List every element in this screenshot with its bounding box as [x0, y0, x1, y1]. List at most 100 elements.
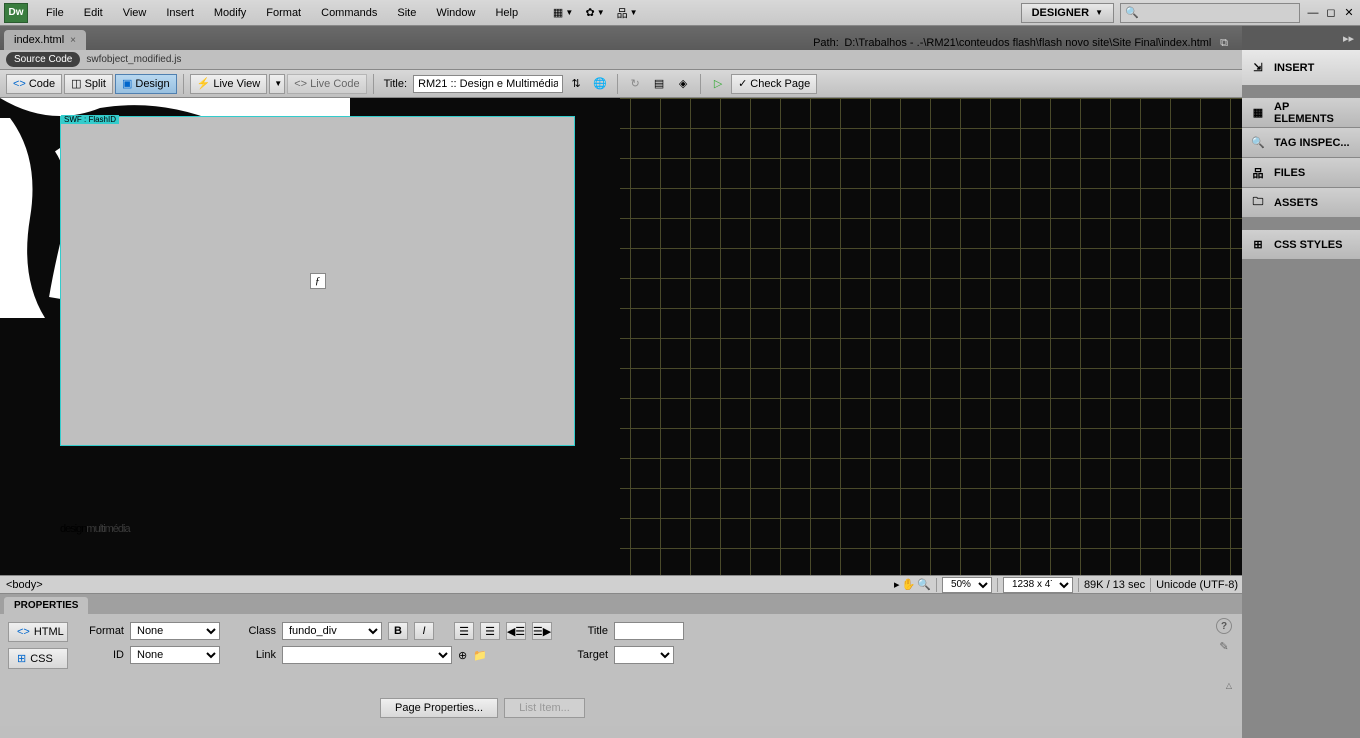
tag-breadcrumb[interactable]: <body>	[0, 579, 894, 591]
list-item-button[interactable]: List Item...	[504, 698, 585, 718]
css-mode-button[interactable]: ⊞CSS	[8, 648, 68, 669]
link-label: Link	[236, 649, 276, 661]
indent-button[interactable]: ☰▶	[532, 622, 552, 640]
window-controls: — ◻ ✕	[1306, 6, 1356, 20]
html-mode-button[interactable]: <>HTML	[8, 622, 68, 642]
check-icon: ✓	[738, 77, 747, 90]
flash-placeholder[interactable]: SWF : FlashID ƒ	[60, 116, 575, 446]
window-size-select[interactable]: 1238 x 471	[1003, 577, 1073, 593]
menu-commands[interactable]: Commands	[311, 3, 387, 23]
point-to-file-icon[interactable]: ⊕	[458, 649, 467, 662]
ol-button[interactable]: ☰	[480, 622, 500, 640]
live-code-button[interactable]: <>Live Code	[287, 74, 366, 94]
layout-icon[interactable]: ▦▼	[548, 3, 578, 23]
link-input[interactable]	[282, 646, 452, 664]
source-code-button[interactable]: Source Code	[6, 52, 80, 67]
id-select[interactable]: None	[130, 646, 220, 664]
tab-label: index.html	[14, 34, 64, 46]
menu-help[interactable]: Help	[485, 3, 528, 23]
document-tab-bar: index.html × Path: D:\Trabalhos - .-\RM2…	[0, 26, 1242, 50]
document-tab[interactable]: index.html ×	[4, 30, 86, 50]
design-view-button[interactable]: ▣Design	[115, 74, 177, 94]
target-label: Target	[568, 649, 608, 661]
flash-label: SWF : FlashID	[61, 115, 119, 124]
id-label: ID	[84, 649, 124, 661]
browse-folder-icon[interactable]: 📁	[473, 649, 487, 662]
css-styles-icon: ⊞	[1250, 237, 1266, 253]
panel-ap-elements[interactable]: ▦ AP ELEMENTS	[1242, 98, 1360, 128]
app-logo-icon: Dw	[4, 3, 28, 23]
hand-tool-icon[interactable]: ✋	[902, 578, 916, 591]
split-view-button[interactable]: ◫Split	[64, 74, 113, 94]
menu-edit[interactable]: Edit	[74, 3, 113, 23]
search-icon: 🔍	[1125, 6, 1139, 19]
close-icon[interactable]: ✕	[1342, 6, 1356, 20]
split-icon: ◫	[71, 77, 81, 90]
ul-button[interactable]: ☰	[454, 622, 474, 640]
menu-site[interactable]: Site	[387, 3, 426, 23]
live-view-button[interactable]: ⚡Live View	[190, 74, 268, 94]
page-title-input[interactable]	[413, 75, 563, 93]
properties-tab[interactable]: PROPERTIES	[4, 597, 88, 614]
zoom-select[interactable]: 50%	[942, 577, 992, 593]
file-management-icon[interactable]: ⇅	[565, 74, 587, 94]
help-icon[interactable]: ?	[1216, 618, 1232, 634]
panel-collapse-bar[interactable]: ▸▸	[1242, 26, 1360, 50]
open-folder-icon[interactable]: ⧉	[1220, 37, 1228, 49]
panel-files[interactable]: 品 FILES	[1242, 158, 1360, 188]
menu-window[interactable]: Window	[426, 3, 485, 23]
live-view-dropdown[interactable]: ▼	[269, 74, 285, 94]
visual-aids-icon[interactable]: ◈	[672, 74, 694, 94]
menu-view[interactable]: View	[113, 3, 157, 23]
menubar: Dw File Edit View Insert Modify Format C…	[0, 0, 1360, 26]
target-select[interactable]	[614, 646, 674, 664]
document-toolbar: <>Code ◫Split ▣Design ⚡Live View ▼ <>Liv…	[0, 70, 1242, 98]
minimize-icon[interactable]: —	[1306, 6, 1320, 20]
restore-icon[interactable]: ◻	[1324, 6, 1338, 20]
format-select[interactable]: None	[130, 622, 220, 640]
panel-assets[interactable]: 🗀 ASSETS	[1242, 188, 1360, 218]
code-view-button[interactable]: <>Code	[6, 74, 62, 94]
class-select[interactable]: fundo_div	[282, 622, 382, 640]
italic-button[interactable]: I	[414, 622, 434, 640]
panel-tag-inspector[interactable]: 🔍 TAG INSPEC...	[1242, 128, 1360, 158]
design-canvas[interactable]: designmultimédia SWF : FlashID ƒ	[0, 98, 1242, 575]
menu-format[interactable]: Format	[256, 3, 311, 23]
quick-tag-editor-icon[interactable]: ✎	[1216, 638, 1232, 654]
menu-modify[interactable]: Modify	[204, 3, 256, 23]
tab-close-icon[interactable]: ×	[70, 35, 76, 46]
related-files-bar: Source Code swfobject_modified.js	[0, 50, 1242, 70]
document-path: Path: D:\Trabalhos - .-\RM21\conteudos f…	[813, 37, 1242, 50]
menu-insert[interactable]: Insert	[156, 3, 204, 23]
css-icon: ⊞	[17, 652, 26, 665]
class-label: Class	[236, 625, 276, 637]
refresh-icon[interactable]: ↻	[624, 74, 646, 94]
outdent-button[interactable]: ◀☰	[506, 622, 526, 640]
search-input[interactable]: 🔍	[1120, 3, 1300, 23]
prop-title-input[interactable]	[614, 622, 684, 640]
zoom-tool-icon[interactable]: 🔍	[917, 578, 931, 591]
ap-elements-icon: ▦	[1250, 105, 1266, 121]
panel-css-styles[interactable]: ⊞ CSS STYLES	[1242, 230, 1360, 260]
tag-inspector-icon: 🔍	[1250, 135, 1266, 151]
select-tool-icon[interactable]: ▸	[894, 578, 900, 591]
related-file-link[interactable]: swfobject_modified.js	[86, 54, 181, 65]
encoding-label: Unicode (UTF-8)	[1156, 579, 1238, 591]
watermark-text: designmultimédia	[60, 492, 130, 543]
extensions-icon[interactable]: ✿▼	[580, 3, 610, 23]
preview-browser-icon[interactable]: 🌐	[589, 74, 611, 94]
insert-icon: ⇲	[1250, 60, 1266, 76]
title-label: Title:	[384, 78, 407, 90]
bold-button[interactable]: B	[388, 622, 408, 640]
collapse-icon[interactable]: △	[1226, 681, 1232, 690]
menu-file[interactable]: File	[36, 3, 74, 23]
workspace-switcher[interactable]: DESIGNER▼	[1021, 3, 1114, 23]
page-properties-button[interactable]: Page Properties...	[380, 698, 498, 718]
site-icon[interactable]: 品▼	[612, 3, 642, 23]
check-page-button[interactable]: ✓Check Page	[731, 74, 817, 94]
view-options-icon[interactable]: ▤	[648, 74, 670, 94]
panel-insert[interactable]: ⇲ INSERT	[1242, 50, 1360, 86]
format-label: Format	[84, 625, 124, 637]
validate-icon[interactable]: ▷	[707, 74, 729, 94]
status-bar: <body> ▸ ✋ 🔍 50% 1238 x 471 89K / 13 sec…	[0, 575, 1242, 593]
